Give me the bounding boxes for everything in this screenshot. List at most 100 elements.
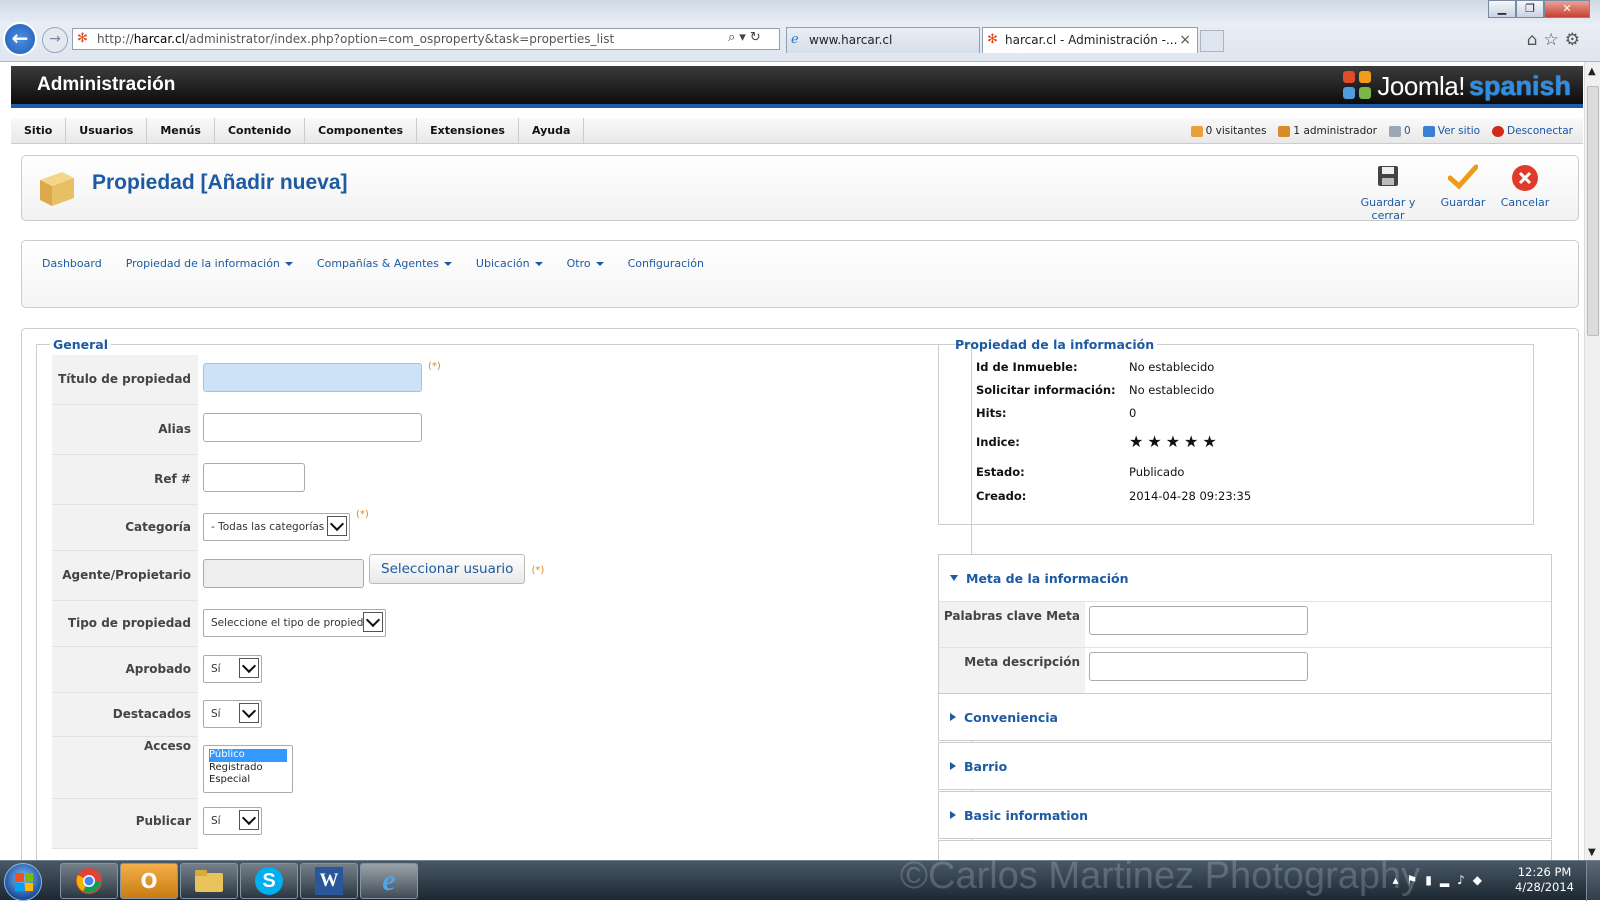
submenu-configuration[interactable]: Configuración [628,257,704,270]
meta-keywords-input[interactable] [1089,606,1308,635]
menu-item-usuarios[interactable]: Usuarios [66,117,148,144]
submenu-other[interactable]: Otro [567,257,604,270]
select-user-button[interactable]: Seleccionar usuario [369,554,526,584]
gear-icon[interactable]: ⚙ [1565,30,1586,50]
network-icon[interactable]: ▂ [1440,873,1457,887]
meta-panel: Meta de la información Palabras clave Me… [938,554,1552,694]
meta-description-input[interactable] [1089,652,1308,681]
submenu-dashboard[interactable]: Dashboard [42,257,102,270]
chevron-down-icon [239,703,259,723]
address-bar[interactable]: ✻ http://harcar.cl/administrator/index.p… [72,28,780,50]
windows-taskbar: ©Carlos Martinez Photography O S W e ▴⚑▮… [0,855,1600,901]
dropbox-icon[interactable]: ◆ [1473,873,1490,887]
rating-stars[interactable]: ★★★★★ [1129,432,1221,451]
view-site-link[interactable]: Ver sitio [1422,125,1480,137]
show-desktop-button[interactable] [1586,861,1600,901]
approved-select[interactable]: Sí [203,655,262,683]
checkmark-icon [1436,164,1490,192]
messages-status[interactable]: 0 [1389,125,1411,137]
menu-item-contenido[interactable]: Contenido [215,117,306,144]
browser-tab-admin[interactable]: ✻ harcar.cl - Administración -... × [982,27,1198,53]
search-icon[interactable]: ⌕ [728,30,739,45]
neighborhood-panel-header[interactable]: Barrio [939,743,1551,789]
menu-item-componentes[interactable]: Componentes [305,117,418,144]
volume-icon[interactable]: ♪ [1457,873,1473,887]
cancel-button[interactable]: Cancelar [1495,164,1555,209]
joomla-favicon-icon: ✻ [987,32,998,47]
tray-expand-icon[interactable]: ▴ [1392,873,1406,887]
windows-logo-icon [15,873,33,891]
scroll-up-icon[interactable]: ▲ [1588,66,1596,77]
back-button[interactable]: ← [3,22,37,56]
required-mark: (*) [428,361,441,372]
property-type-select[interactable]: Seleccione el tipo de propiedad [203,609,386,637]
taskbar-explorer-icon[interactable] [180,863,238,899]
featured-select[interactable]: Sí [203,700,262,728]
battery-icon[interactable]: ▮ [1425,873,1440,887]
taskbar-outlook-icon[interactable]: O [120,863,178,899]
access-option-special[interactable]: Especial [209,774,287,787]
access-listbox[interactable]: Público Registrado Especial [203,745,293,793]
category-select[interactable]: - Todas las categorías - [203,513,350,541]
refresh-icon[interactable]: ↻ [750,30,765,45]
chevron-down-icon [327,516,347,536]
system-clock[interactable]: 12:26 PM 4/28/2014 [1515,865,1574,895]
taskbar-word-icon[interactable]: W [300,863,358,899]
convenience-panel-header[interactable]: Conveniencia [939,694,1551,740]
clock-time: 12:26 PM [1517,865,1572,879]
taskbar-ie-icon[interactable]: e [360,863,418,899]
submenu-location[interactable]: Ubicación [476,257,543,270]
flag-icon[interactable]: ⚑ [1406,873,1425,887]
field-row-alias: Alias [38,405,948,455]
status-strip: 0 visitantes 1 administrador 0 Ver sitio… [1190,118,1573,144]
start-button[interactable] [4,863,42,901]
logout-link[interactable]: Desconectar [1492,125,1573,137]
minimize-icon[interactable]: ▁ [1488,0,1516,18]
alias-input[interactable] [203,413,422,442]
ie-favicon-icon: ℯ [791,32,799,47]
menu-item-menus[interactable]: Menús [147,117,215,144]
info-row-status: Estado: Publicado [976,465,1185,479]
clock-date: 4/28/2014 [1515,880,1574,894]
new-tab-button[interactable] [1200,30,1224,52]
access-option-registered[interactable]: Registrado [209,762,287,775]
joomla-logo: Joomla! spanish [1343,69,1571,103]
menu-item-sitio[interactable]: Sitio [11,117,67,144]
field-row-type: Tipo de propiedad Seleccione el tipo de … [38,601,948,647]
access-option-public[interactable]: Público [209,749,287,762]
submenu-property-info[interactable]: Propiedad de la información [126,257,293,270]
category-label: Categoría [52,505,198,551]
dropdown-icon[interactable]: ▾ [739,30,750,45]
joomla-favicon-icon: ✻ [77,31,88,46]
browser-tools: ⌂☆⚙ [1527,30,1586,50]
scroll-thumb[interactable] [1587,86,1599,336]
taskbar-skype-icon[interactable]: S [240,863,298,899]
page-scrollbar[interactable]: ▲ ▼ [1584,62,1600,862]
scroll-down-icon[interactable]: ▼ [1588,847,1596,858]
close-window-icon[interactable]: ✕ [1544,0,1590,18]
url-host: harcar.cl [133,32,185,46]
menu-item-extensiones[interactable]: Extensiones [417,117,519,144]
tab-close-icon[interactable]: × [1179,28,1191,52]
meta-panel-header[interactable]: Meta de la información [939,555,1551,601]
home-icon[interactable]: ⌂ [1527,30,1544,50]
forward-button[interactable]: → [42,27,68,53]
favorites-star-icon[interactable]: ☆ [1544,30,1565,50]
submenu-companies-agents[interactable]: Compañías & Agentes [317,257,452,270]
tab-label: harcar.cl - Administración -... [1005,33,1178,47]
title-input[interactable] [203,363,422,392]
property-box-icon [36,166,78,208]
publish-select[interactable]: Sí [203,807,262,835]
caret-down-icon [534,262,543,266]
basic-info-panel-header[interactable]: Basic information [939,792,1551,838]
restore-icon[interactable]: ❐ [1516,0,1544,18]
property-info-legend: Propiedad de la información [955,337,1155,352]
meta-keywords-label: Palabras clave Meta [939,602,1085,647]
save-and-close-button[interactable]: Guardar y cerrar [1346,164,1430,222]
photo-watermark: ©Carlos Martinez Photography [900,855,1421,897]
save-button[interactable]: Guardar [1436,164,1490,209]
browser-tab-site[interactable]: ℯ www.harcar.cl [786,27,980,53]
ref-input[interactable] [203,463,305,492]
menu-item-ayuda[interactable]: Ayuda [519,117,585,144]
taskbar-chrome-icon[interactable] [60,863,118,899]
